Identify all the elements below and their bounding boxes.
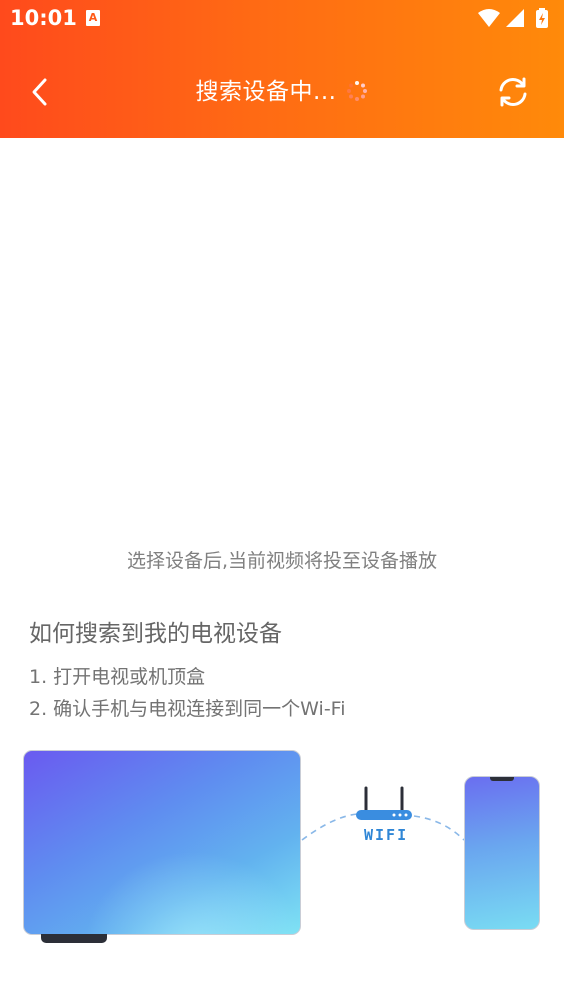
wifi-label: WIFI bbox=[364, 826, 409, 844]
phone-notch bbox=[490, 777, 514, 781]
howto-title: 如何搜索到我的电视设备 bbox=[29, 621, 282, 647]
battery-icon bbox=[536, 8, 548, 28]
howto-step-1: 1. 打开电视或机顶盒 bbox=[29, 666, 206, 688]
status-bar: 10:01 A bbox=[0, 0, 564, 40]
cast-hint-text: 选择设备后,当前视频将投至设备播放 bbox=[126, 550, 438, 572]
tv-screen-shine bbox=[84, 851, 300, 934]
status-time: 10:01 bbox=[10, 6, 77, 30]
cell-signal-icon bbox=[506, 9, 524, 27]
loading-spinner-icon bbox=[347, 81, 368, 101]
page-title: 搜索设备中... bbox=[195, 79, 337, 105]
title-wrap: 搜索设备中... bbox=[0, 40, 564, 138]
top-app-bar: 10:01 A 搜索设备中... bbox=[0, 0, 564, 138]
nav-bar: 搜索设备中... bbox=[0, 40, 564, 138]
tv-illustration bbox=[23, 750, 301, 935]
system-status-icons bbox=[478, 8, 548, 28]
notification-a-icon: A bbox=[86, 10, 100, 26]
tv-stand bbox=[41, 934, 107, 943]
howto-step-2: 2. 确认手机与电视连接到同一个Wi-Fi bbox=[29, 698, 346, 720]
tv-phone-illustration: WIFI bbox=[0, 740, 564, 960]
phone-illustration bbox=[464, 776, 540, 930]
back-button[interactable] bbox=[22, 74, 58, 110]
refresh-button[interactable] bbox=[494, 73, 532, 111]
wifi-signal-icon bbox=[478, 9, 500, 27]
